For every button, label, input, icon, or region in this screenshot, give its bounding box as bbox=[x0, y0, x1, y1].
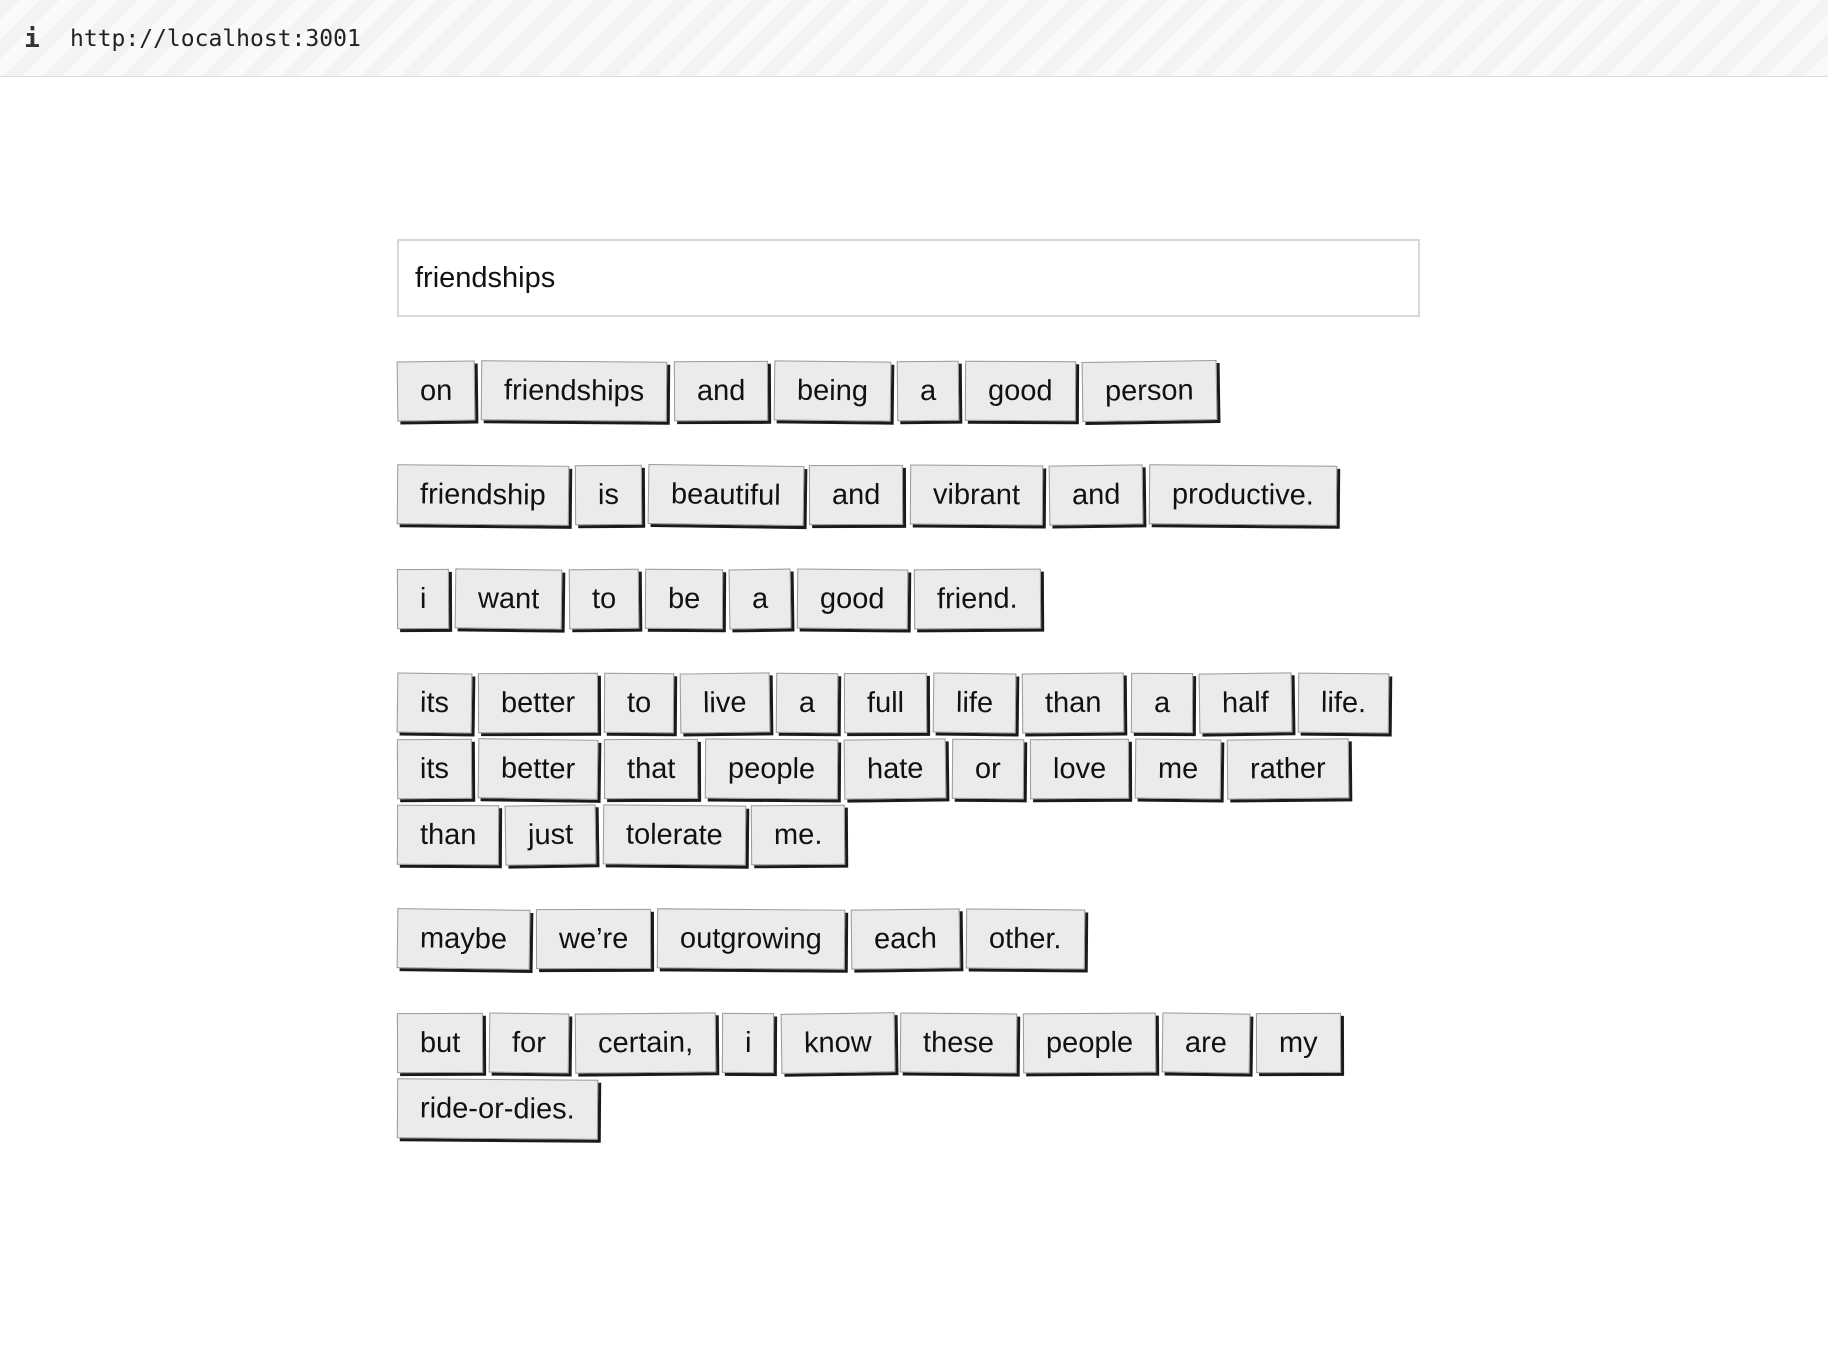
word-tile[interactable]: a bbox=[775, 672, 839, 734]
word-tile[interactable]: want bbox=[455, 568, 564, 630]
word-tile[interactable]: better bbox=[477, 672, 599, 734]
word-tile[interactable]: other. bbox=[965, 908, 1085, 970]
word-tile[interactable]: to bbox=[568, 568, 640, 630]
stanza: maybe we’re outgrowing each other. bbox=[396, 908, 1420, 975]
word-tile[interactable]: each bbox=[850, 908, 961, 970]
word-tile[interactable]: better bbox=[477, 738, 599, 800]
word-tile[interactable]: beautiful bbox=[647, 463, 804, 527]
word-tile[interactable]: people bbox=[704, 738, 838, 800]
word-tile[interactable]: me. bbox=[751, 804, 846, 866]
word-tile[interactable]: than bbox=[1021, 672, 1125, 734]
word-tile[interactable]: my bbox=[1256, 1012, 1342, 1074]
word-tile[interactable]: we’re bbox=[535, 908, 652, 970]
word-tile[interactable]: good bbox=[797, 568, 909, 630]
info-icon[interactable]: i bbox=[22, 22, 42, 56]
word-tile[interactable]: that bbox=[604, 738, 699, 800]
word-tile[interactable]: outgrowing bbox=[657, 908, 846, 970]
word-tile[interactable]: or bbox=[951, 738, 1025, 800]
word-tile[interactable]: to bbox=[603, 672, 675, 734]
word-tile[interactable]: person bbox=[1081, 360, 1217, 422]
word-tile[interactable]: i bbox=[722, 1012, 775, 1074]
browser-address-bar: i http://localhost:3001 bbox=[0, 0, 1828, 77]
word-tile[interactable]: live bbox=[679, 672, 771, 734]
word-tile[interactable]: rather bbox=[1227, 738, 1350, 800]
word-tile[interactable]: life. bbox=[1297, 672, 1389, 734]
word-tile[interactable]: good bbox=[964, 360, 1076, 422]
word-tile[interactable]: ride-or-dies. bbox=[396, 1078, 598, 1140]
word-tile[interactable]: hate bbox=[843, 738, 947, 800]
word-tile[interactable]: friendships bbox=[481, 360, 668, 422]
word-tile[interactable]: people bbox=[1023, 1012, 1157, 1074]
word-tile[interactable]: maybe bbox=[396, 908, 531, 970]
word-tile[interactable]: are bbox=[1162, 1012, 1251, 1074]
word-tile[interactable]: and bbox=[673, 360, 769, 422]
word-tile[interactable]: than bbox=[396, 804, 500, 866]
stanza: its better to live a full life than a half life. it… bbox=[396, 672, 1420, 871]
stanza: but for certain, i know these people are my ride-… bbox=[396, 1012, 1420, 1145]
poem-title-input[interactable] bbox=[397, 239, 1420, 317]
word-tile[interactable]: tolerate bbox=[602, 804, 746, 866]
word-tile[interactable]: just bbox=[505, 804, 598, 866]
word-tile[interactable]: a bbox=[896, 360, 960, 422]
poem-editor: onfriendshipsandbeingagoodpersonfriendsh… bbox=[396, 239, 1420, 1183]
word-tile[interactable]: friend. bbox=[913, 568, 1041, 630]
url-text[interactable]: http://localhost:3001 bbox=[70, 22, 361, 56]
word-tile[interactable]: i bbox=[396, 568, 450, 630]
poem-stanzas: on friendships and being a good person friendsh… bbox=[396, 360, 1420, 1145]
word-tile[interactable]: love bbox=[1029, 738, 1130, 800]
word-tile[interactable]: productive. bbox=[1148, 464, 1338, 526]
word-tile[interactable]: these bbox=[900, 1012, 1018, 1074]
word-tile[interactable]: for bbox=[488, 1012, 570, 1074]
word-tile[interactable]: me bbox=[1134, 738, 1222, 800]
word-tile[interactable]: vibrant bbox=[909, 464, 1044, 526]
word-tile[interactable]: its bbox=[396, 738, 473, 800]
word-tile[interactable]: but bbox=[396, 1012, 484, 1074]
word-tile[interactable]: and bbox=[1048, 464, 1144, 526]
word-tile[interactable]: certain, bbox=[574, 1012, 717, 1074]
word-tile[interactable]: friendship bbox=[396, 464, 570, 526]
word-tile[interactable]: is bbox=[574, 464, 642, 526]
word-tile[interactable]: and bbox=[809, 464, 904, 526]
word-tile[interactable]: a bbox=[728, 568, 792, 630]
word-tile[interactable]: half bbox=[1198, 672, 1292, 734]
word-tile[interactable]: life bbox=[932, 672, 1017, 734]
word-tile[interactable]: its bbox=[396, 672, 473, 734]
word-tile[interactable]: being bbox=[773, 360, 892, 422]
word-tile[interactable]: a bbox=[1130, 672, 1193, 734]
stanza: i want to be a good friend. bbox=[396, 568, 1420, 635]
word-tile[interactable]: full bbox=[843, 672, 928, 734]
word-tile[interactable]: on bbox=[396, 360, 476, 422]
stanza: on friendships and being a good person bbox=[396, 360, 1420, 427]
word-tile[interactable]: be bbox=[644, 568, 724, 630]
word-tile[interactable]: know bbox=[780, 1012, 895, 1074]
stanza: friendship is beautiful and vibrant and produc… bbox=[396, 463, 1420, 531]
